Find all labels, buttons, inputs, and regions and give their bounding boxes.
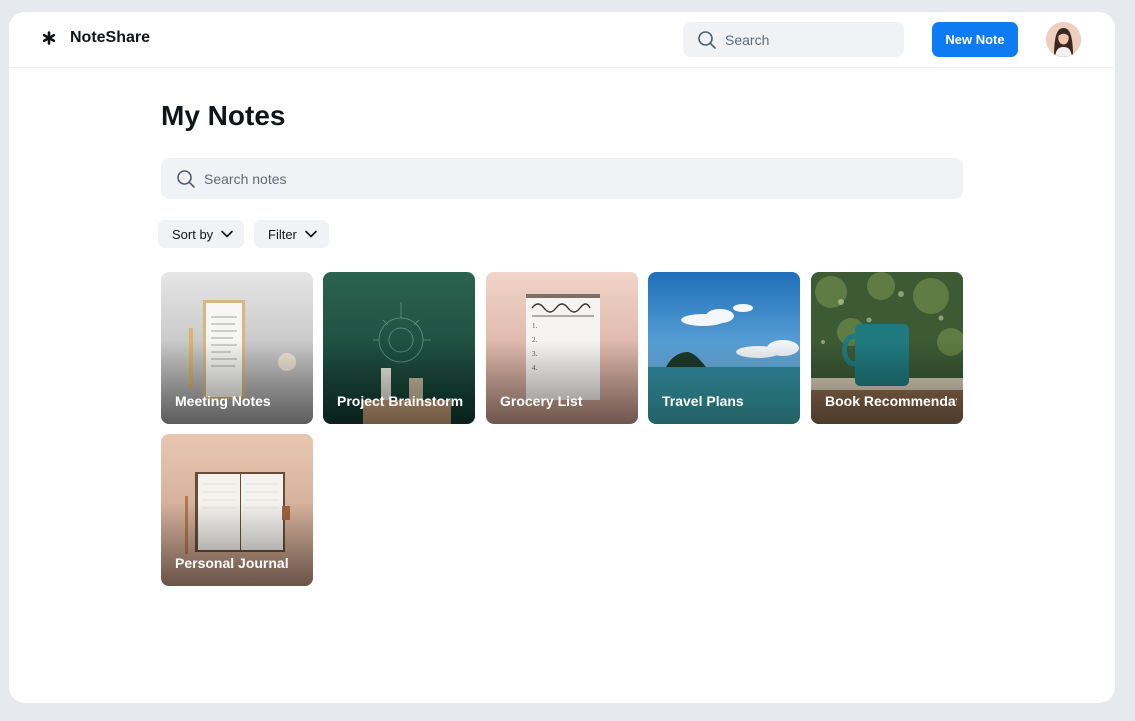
note-card[interactable]: Personal Journal (161, 434, 313, 586)
sort-by-label: Sort by (172, 226, 214, 242)
note-title: Personal Journal (175, 555, 289, 571)
note-title: Project Brainstorm (337, 393, 464, 409)
note-card[interactable]: Book Recommendations (811, 272, 963, 424)
sort-by-dropdown[interactable]: Sort by (158, 220, 244, 248)
note-title: Grocery List (500, 393, 583, 409)
filter-label: Filter (268, 226, 297, 242)
chevron-down-icon (221, 230, 233, 238)
avatar[interactable] (1046, 22, 1081, 57)
app-name: NoteShare (70, 29, 151, 46)
note-title: Travel Plans (662, 393, 744, 409)
search-icon (698, 30, 716, 49)
notes-search-input[interactable]: Search notes (161, 158, 963, 199)
note-card[interactable]: Project Brainstorm (323, 272, 475, 424)
note-title: Book Recommendations (825, 393, 957, 409)
page-title: My Notes (161, 100, 286, 131)
filter-dropdown[interactable]: Filter (254, 220, 329, 248)
user-avatar-icon (1046, 22, 1081, 57)
asterisk-logo-icon (42, 31, 56, 45)
notes-search-placeholder: Search notes (204, 170, 287, 187)
brand[interactable]: NoteShare (42, 29, 150, 47)
new-note-button[interactable]: New Note (932, 22, 1018, 57)
search-icon (177, 169, 195, 188)
app-window: NoteShare Search New Note My Notes Searc… (9, 12, 1115, 703)
note-card[interactable]: Travel Plans (648, 272, 800, 424)
note-card[interactable]: Meeting Notes (161, 272, 313, 424)
note-title: Meeting Notes (175, 393, 271, 409)
note-card[interactable]: 1.2. 3.4. Grocery List (486, 272, 638, 424)
header-search-placeholder: Search (725, 31, 770, 48)
header-search-input[interactable]: Search (683, 22, 904, 57)
top-bar: NoteShare Search New Note (9, 12, 1115, 68)
chevron-down-icon (305, 230, 317, 238)
